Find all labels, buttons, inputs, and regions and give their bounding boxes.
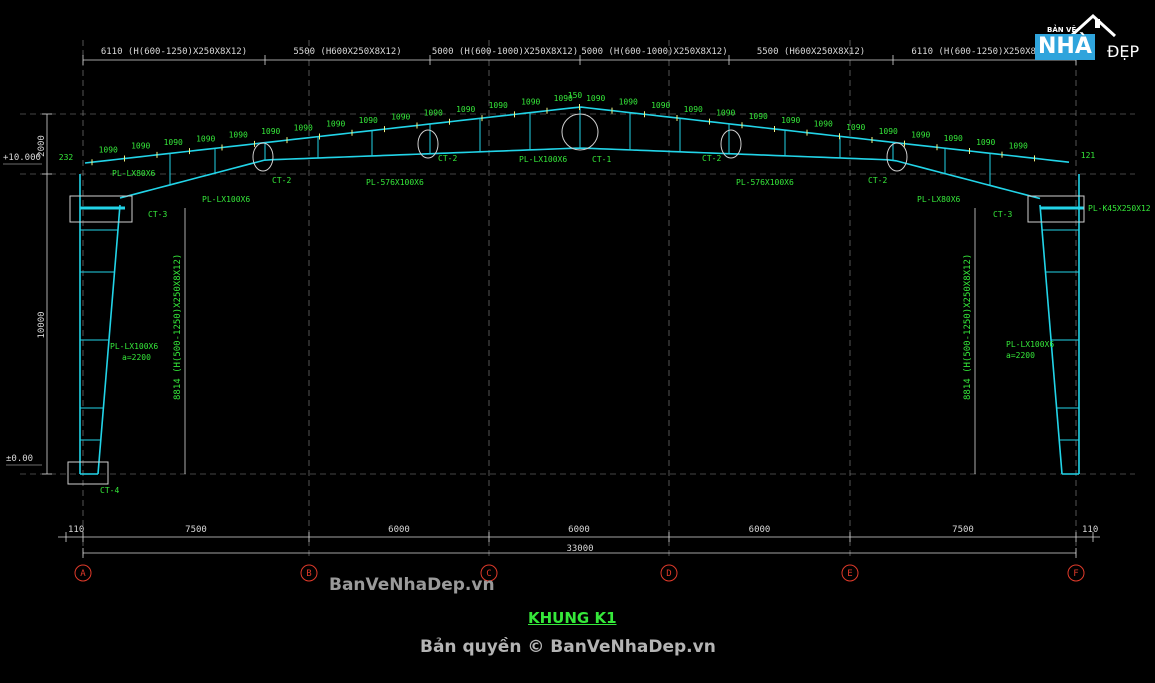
- top-dimension-label: 5500 (H600X250X8X12): [757, 47, 865, 57]
- plate-label: PL-LX80X6: [112, 169, 156, 178]
- detail-label-ct1: CT-1: [592, 155, 611, 164]
- axis-label-E: E: [847, 569, 852, 579]
- purlin-spacing-label: 1090: [879, 127, 898, 136]
- purlin-spacing-label: 1090: [684, 105, 703, 114]
- watermark: BanVeNhaDep.vn: [329, 575, 495, 595]
- ground-level-label: ±0.00: [6, 454, 33, 464]
- detail-label-ct2: CT-2: [868, 176, 887, 185]
- column-height-label: 10000: [37, 311, 47, 338]
- purlin-spacing-label: 1090: [164, 138, 183, 147]
- ridge-gap-label: 150: [568, 91, 583, 100]
- top-dimension-label: 6110 (H(600-1250)X250X8X12): [101, 47, 247, 57]
- plate-label: PL-LX100X6: [519, 155, 567, 164]
- detail-label-ct2: CT-2: [702, 154, 721, 163]
- purlin-spacing-label: 1090: [99, 145, 118, 154]
- total-span-label: 33000: [566, 544, 593, 554]
- purlin-spacing-label: 1090: [781, 116, 800, 125]
- purlin-spacing-label: 1090: [651, 101, 670, 110]
- rafter-bottom-flange: [119, 147, 1041, 200]
- plate-label: a=2200: [122, 353, 151, 362]
- top-dimension-label: 5500 (H600X250X8X12): [293, 47, 401, 57]
- drawing-title: KHUNG K1: [528, 609, 617, 627]
- purlin-spacing-label: 1090: [911, 130, 930, 139]
- purlin-spacing-label: 1090: [976, 138, 995, 147]
- detail-label-ct3: CT-3: [148, 210, 167, 219]
- detail-ct2-marker: [886, 142, 908, 172]
- detail-label-ct3: CT-3: [993, 210, 1012, 219]
- plate-label: PL-LX100X6: [1006, 340, 1054, 349]
- plate-label: a=2200: [1006, 351, 1035, 360]
- right-column-label: 8814 (H(500-1250)X250X8X12): [963, 254, 973, 400]
- detail-label-ct2: CT-2: [438, 154, 457, 163]
- detail-label-ct2: CT-2: [272, 176, 291, 185]
- edge-dimension-label: 110: [1082, 525, 1098, 535]
- span-dimension-label: 7500: [185, 525, 207, 535]
- plate-label: PL-LX100X6: [202, 195, 250, 204]
- purlin-spacing-label: 1090: [359, 116, 378, 125]
- plate-label: PL-576X100X6: [736, 178, 794, 187]
- purlin-spacing-label: 1090: [456, 105, 475, 114]
- purlin-spacing-label: 1090: [716, 108, 735, 117]
- purlin-spacing-label: 1090: [749, 112, 768, 121]
- purlin-spacing-label: 1090: [261, 127, 280, 136]
- purlin-end-left: 232: [59, 153, 74, 162]
- purlin-spacing-label: 1090: [229, 131, 248, 140]
- axis-label-D: D: [666, 569, 671, 579]
- purlin-spacing-label: 1090: [326, 120, 345, 129]
- purlin-spacing-label: 1090: [846, 123, 865, 132]
- edge-dimension-label: 110: [68, 525, 84, 535]
- plate-label: PL-K45X250X12: [1088, 204, 1151, 213]
- purlin-spacing-label: 1090: [944, 134, 963, 143]
- purlin-spacing-label: 1090: [814, 119, 833, 128]
- detail-ct4-marker: [67, 461, 109, 485]
- detail-label-ct4: CT-4: [100, 486, 119, 495]
- purlin-spacing-label: 1090: [196, 134, 215, 143]
- purlin-spacing-label: 1090: [1009, 141, 1028, 150]
- purlin-spacing-label: 1090: [131, 142, 150, 151]
- axis-label-B: B: [306, 569, 311, 579]
- axis-label-A: A: [80, 569, 86, 579]
- site-logo: BẢN VẼ NHÀ ĐẸP: [1033, 10, 1145, 70]
- detail-ct2-marker: [252, 142, 274, 172]
- frame-drawing: 6110 (H(600-1250)X250X8X12) 5500 (H600X25…: [3, 40, 1151, 582]
- purlin-spacing-label: 1090: [586, 94, 605, 103]
- span-dimension-label: 6000: [388, 525, 410, 535]
- span-dimension-label: 7500: [952, 525, 974, 535]
- purlin-spacing-label: 1090: [294, 123, 313, 132]
- span-dimension-label: 6000: [568, 525, 590, 535]
- plate-label: PL-576X100X6: [366, 178, 424, 187]
- top-dimension-label: 5000 (H(600-1000)X250X8X12): [581, 47, 727, 57]
- top-dimension-label: 5000 (H(600-1000)X250X8X12): [432, 47, 578, 57]
- logo-main-text: NHÀ: [1035, 34, 1095, 60]
- purlin-spacing-label: 1090: [391, 112, 410, 121]
- purlin-spacing-label: 1090: [521, 98, 540, 107]
- purlin-spacing-label: 1090: [424, 109, 443, 118]
- left-column-label: 8814 (H(500-1250)X250X8X12): [173, 254, 183, 400]
- plate-label: PL-LX80X6: [917, 195, 961, 204]
- purlin-end-right: 121: [1081, 151, 1096, 160]
- axis-label-F: F: [1073, 569, 1078, 579]
- logo-top-text: BẢN VẼ: [1047, 26, 1077, 34]
- purlin-spacing-label: 1090: [489, 101, 508, 110]
- span-dimension-label: 6000: [749, 525, 771, 535]
- copyright-notice: Bản quyền © BanVeNhaDep.vn: [420, 637, 716, 657]
- purlin-spacing-label: 1090: [619, 97, 638, 106]
- top-level-label: +10.000: [3, 153, 41, 163]
- logo-sub-text: ĐẸP: [1107, 42, 1140, 61]
- plate-label: PL-LX100X6: [110, 342, 158, 351]
